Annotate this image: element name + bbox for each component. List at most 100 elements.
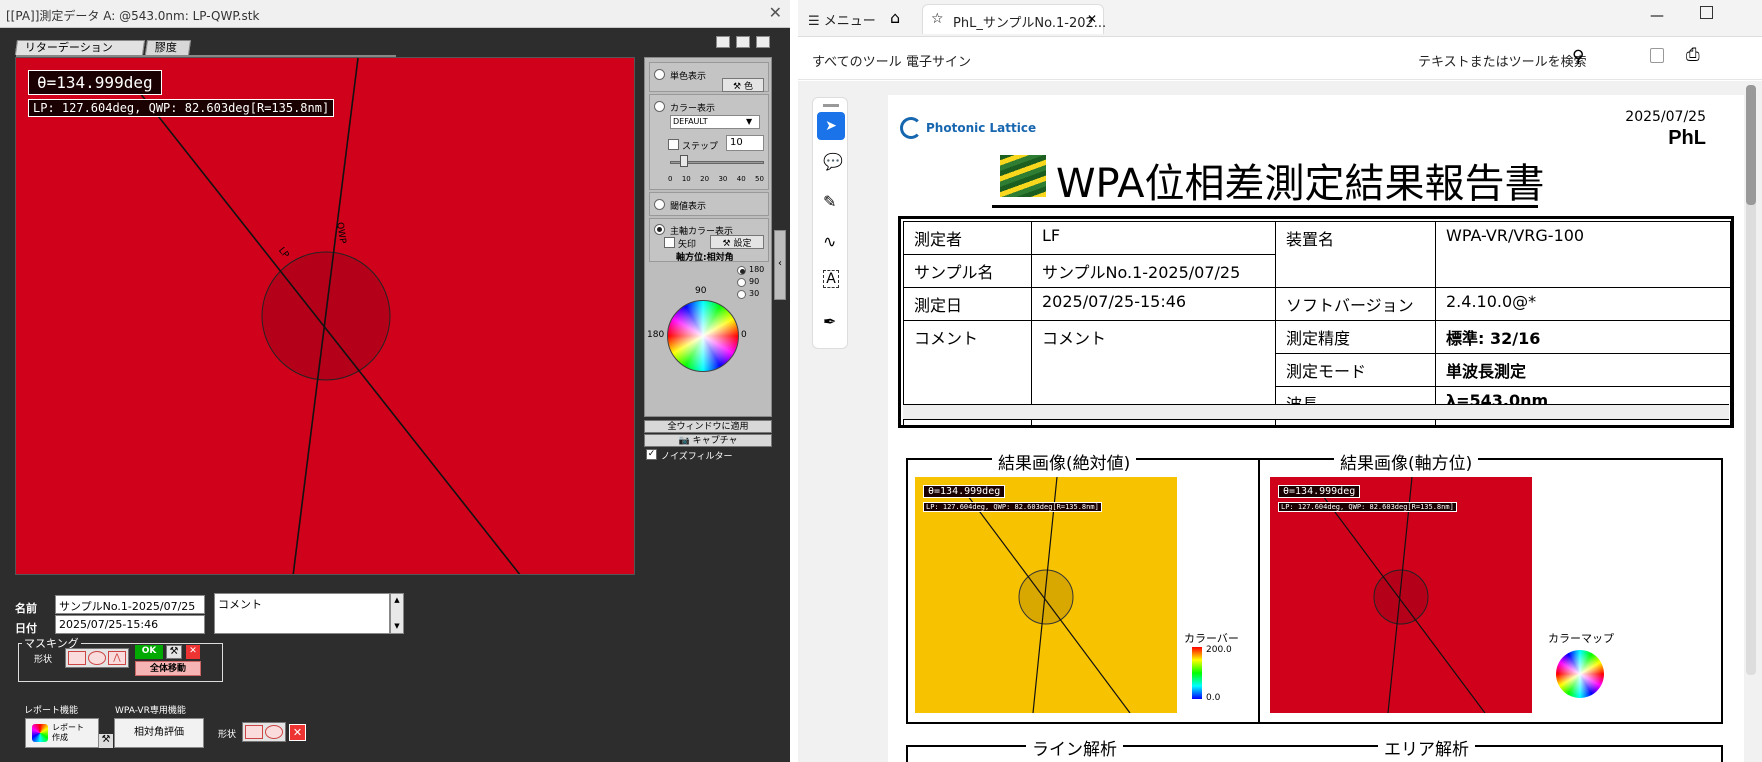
report-title-icon (1000, 155, 1046, 197)
collapse-panel-handle[interactable]: ‹ (774, 230, 786, 300)
report-icon (32, 724, 48, 742)
pdf-viewer-window: ☰ メニュー ⌂ ☆ PhL_サンプルNo.1-202... ✕ — すべてのツ… (798, 0, 1762, 762)
arrow-checkbox[interactable] (664, 237, 675, 248)
capture-button[interactable]: 📷 キャプチャ (644, 434, 772, 447)
tab-close-icon[interactable]: ✕ (1087, 12, 1097, 26)
step-label: ステップ (682, 142, 719, 152)
rectangle-mask-icon[interactable] (68, 651, 86, 665)
search-icon[interactable]: ⚲ (1572, 47, 1584, 67)
search-tools-field[interactable]: テキストまたはツールを検索 (1418, 51, 1587, 70)
result-abs-image: θ=134.999deg LP: 127.604deg, QWP: 82.603… (915, 477, 1177, 713)
window-title-bar[interactable]: [[PA]]測定データ A: @543.0nm: LP-QWP.stk ✕ (0, 0, 790, 28)
mode-label: 測定モード (1275, 353, 1436, 387)
maximize-icon[interactable] (756, 36, 770, 48)
name-input[interactable]: サンプルNo.1-2025/07/25 (55, 595, 205, 614)
result-abs-title: 結果画像(絶対値) (992, 449, 1137, 474)
minimize-icon[interactable] (716, 36, 730, 48)
tab-second[interactable]: 膠度 (144, 40, 192, 55)
slider-ticks: 0 10 20 30 40 50 (668, 175, 764, 183)
browser-tab-bar: ☰ メニュー ⌂ ☆ PhL_サンプルNo.1-202... ✕ — (798, 0, 1762, 37)
report-feature-label: レポート機能 (24, 706, 79, 716)
highlighter-icon[interactable]: ✎ (823, 192, 836, 211)
range-30-radio[interactable] (737, 290, 746, 299)
scroll-up-icon[interactable]: ▲ (391, 594, 403, 607)
wpa-feature-label: WPA-VR専用機能 (115, 706, 186, 716)
single-color-label: 単色表示 (670, 72, 707, 82)
draw-icon[interactable]: ∿ (823, 232, 836, 251)
tab-retardation[interactable]: リターデーション (14, 40, 146, 55)
all-tools-link[interactable]: すべてのツール (812, 51, 902, 70)
range-90-radio[interactable] (737, 278, 746, 287)
mask-clear-icon[interactable]: ✕ (186, 645, 200, 659)
move-all-button[interactable]: 全体移動 (135, 661, 201, 676)
colormap-wheel (1556, 650, 1604, 698)
report-page: Photonic Lattice 2025/07/25 PhL WPA位相差測定… (888, 95, 1744, 762)
restore-icon[interactable] (736, 36, 750, 48)
viewer-scrollbar[interactable] (1746, 85, 1756, 675)
select-cursor-icon[interactable]: ➤ (817, 112, 845, 140)
wheel-label-90: 90 (695, 286, 707, 296)
area-analysis-title: エリア解析 (1378, 735, 1475, 760)
star-icon[interactable]: ☆ (931, 11, 944, 27)
retardation-image[interactable]: LP QWP θ=134.999deg LP: 127.604deg, QWP:… (15, 57, 635, 575)
minimize-window-icon[interactable]: — (1650, 8, 1664, 24)
print-icon[interactable]: ⎙ (1686, 45, 1700, 65)
circle-mask-icon[interactable] (88, 651, 106, 665)
main-axis-radio[interactable] (654, 224, 665, 235)
document-tab[interactable]: ☆ PhL_サンプルNo.1-202... ✕ (922, 4, 1106, 34)
maximize-window-icon[interactable] (1700, 6, 1713, 19)
single-color-section: 単色表示 ⚒ 色 (649, 62, 769, 92)
rectangle-shape-icon[interactable] (245, 725, 263, 739)
name-label: 名前 (15, 602, 37, 615)
setting-button[interactable]: ⚒ 設定 (710, 235, 764, 249)
colormap-label: カラーマップ (1548, 632, 1614, 645)
result-axis-image: θ=134.999deg LP: 127.604deg, QWP: 82.603… (1270, 477, 1532, 713)
color-button[interactable]: ⚒ 色 (722, 78, 764, 92)
apply-all-windows-button[interactable]: 全ウィンドウに適用 (644, 420, 772, 433)
arrow-label: 矢印 (678, 240, 697, 250)
measure-date-label: 測定日 (903, 287, 1032, 321)
sign-pen-icon[interactable]: ✒ (823, 312, 836, 331)
report-title: WPA位相差測定結果報告書 (1056, 161, 1545, 207)
shape-clear-icon[interactable]: ✕ (289, 724, 306, 741)
close-icon[interactable]: ✕ (769, 3, 782, 22)
wheel-label-180: 180 (647, 330, 665, 340)
comment-scrollbar[interactable]: ▲ ▼ (390, 593, 404, 634)
theta-overlay: θ=134.999deg (28, 70, 162, 95)
range-90-label: 90 (749, 277, 760, 286)
noise-filter-checkbox[interactable]: ✓ (646, 449, 657, 460)
chevron-down-icon[interactable]: ▼ (746, 117, 752, 126)
menu-button[interactable]: ☰ メニュー (808, 10, 876, 29)
company-logo: Photonic Lattice (900, 117, 1036, 139)
report-tools-icon[interactable]: ⚒ (99, 734, 113, 748)
threshold-radio[interactable] (654, 199, 665, 210)
color-wheel-section: 180 90 30 90 180 0 (647, 264, 769, 374)
home-icon[interactable]: ⌂ (890, 8, 900, 27)
single-color-radio[interactable] (654, 69, 665, 80)
color-display-radio[interactable] (654, 101, 665, 112)
create-report-label: レポート 作成 (52, 723, 84, 742)
comment-textarea[interactable]: コメント (214, 593, 390, 634)
axis-theta-overlay: θ=134.999deg (1278, 485, 1361, 498)
circle-shape-icon[interactable] (265, 725, 283, 739)
step-input[interactable]: 10 (726, 135, 764, 151)
mask-ok-button[interactable]: OK (135, 645, 163, 659)
range-180-radio[interactable] (737, 266, 746, 275)
info-table-frame: 測定者 LF 装置名 WPA-VR/VRG-100 サンプル名 サンプルNo.1… (898, 216, 1734, 428)
device-value: WPA-VR/VRG-100 (1435, 221, 1731, 288)
tools-icon: ⚒ (722, 239, 731, 249)
polygon-mask-icon[interactable]: ⋀ (108, 651, 126, 665)
date-input[interactable]: 2025/07/25-15:46 (55, 615, 205, 634)
comment-icon[interactable]: 💬 (823, 152, 843, 171)
step-checkbox[interactable] (668, 139, 679, 150)
step-slider-thumb[interactable] (680, 155, 688, 167)
pdf-toolbar: すべてのツール 電子サイン テキストまたはツールを検索 ⚲ ⎙ (798, 38, 1762, 80)
e-sign-link[interactable]: 電子サイン (906, 51, 971, 70)
text-box-icon[interactable]: A (823, 270, 839, 288)
create-report-button[interactable]: レポート 作成 (25, 718, 99, 748)
lp-qwp-overlay: LP: 127.604deg, QWP: 82.603deg[R=135.8nm… (28, 99, 335, 117)
scroll-down-icon[interactable]: ▼ (391, 620, 403, 633)
mask-tools-icon[interactable]: ⚒ (166, 645, 182, 659)
relative-angle-button[interactable]: 相対角評価 (114, 718, 204, 748)
save-icon[interactable] (1650, 48, 1664, 63)
